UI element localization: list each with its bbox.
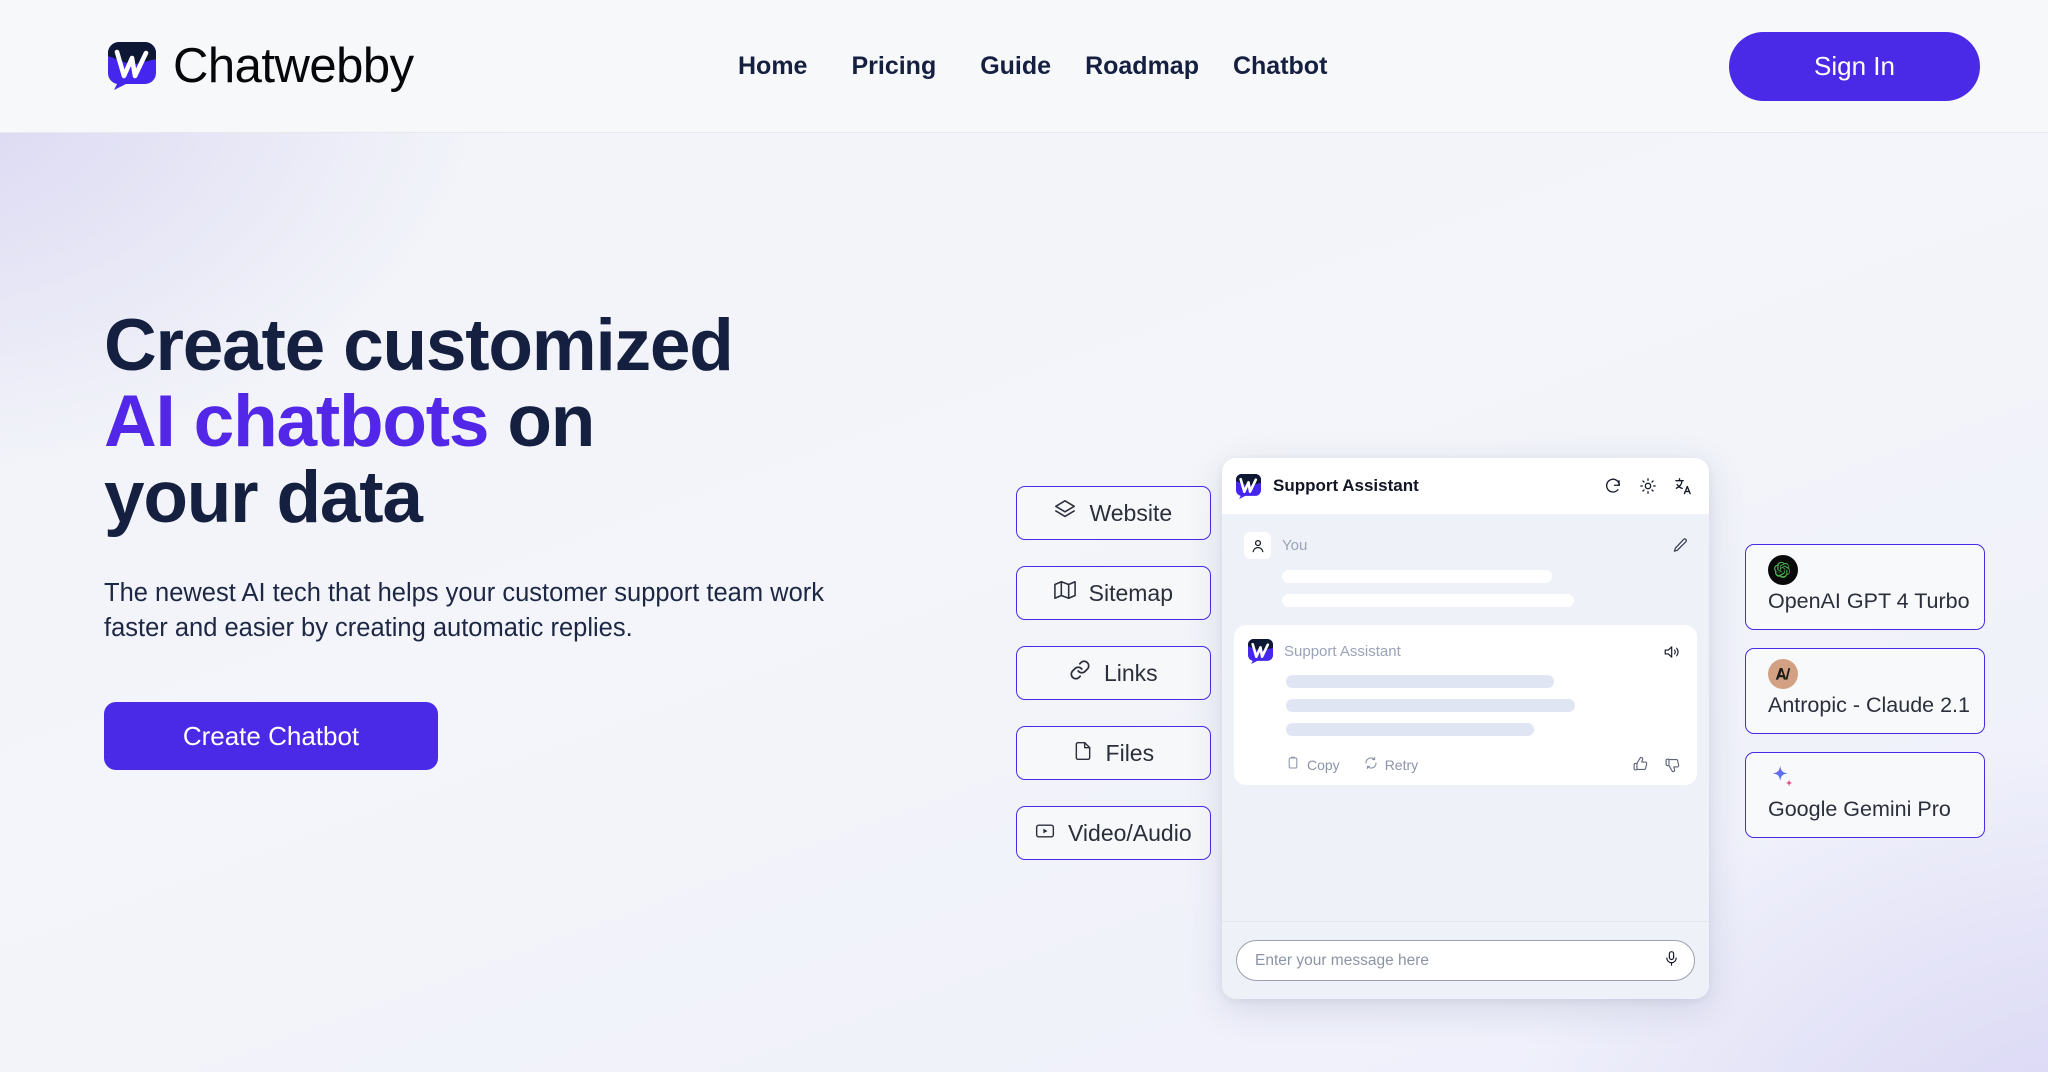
page-title: Create customized AI chatbots on your da… (104, 308, 904, 536)
retry-button[interactable]: Retry (1364, 756, 1418, 773)
model-card-anthropic[interactable]: Antropic - Claude 2.1 (1745, 648, 1985, 734)
speaker-icon[interactable] (1663, 643, 1681, 661)
thumbs-down-icon[interactable] (1664, 756, 1681, 773)
clipboard-icon (1286, 756, 1300, 773)
site-header: Chatwebby Home Pricing Guide Roadmap Cha… (0, 0, 2048, 133)
link-icon (1069, 659, 1091, 687)
chatwebby-logo-icon (1236, 473, 1261, 499)
copy-button[interactable]: Copy (1286, 756, 1340, 773)
model-card-openai[interactable]: OpenAI GPT 4 Turbo (1745, 544, 1985, 630)
chatwebby-logo-icon (108, 42, 156, 90)
hero-copy: Create customized AI chatbots on your da… (104, 308, 904, 771)
sign-in-button[interactable]: Sign In (1729, 31, 1980, 101)
headline-line-1: Create customized (104, 305, 734, 386)
chat-widget-header-actions (1604, 477, 1693, 496)
model-card-gemini[interactable]: Google Gemini Pro (1745, 752, 1985, 838)
source-button-sitemap[interactable]: Sitemap (1016, 566, 1211, 620)
chatwebby-logo-icon (1248, 639, 1273, 664)
message-actions: Copy Retry (1248, 756, 1681, 773)
main-nav: Home Pricing Guide Roadmap Chatbot (738, 46, 1327, 87)
anthropic-icon (1768, 659, 1798, 689)
model-label: Antropic - Claude 2.1 (1768, 693, 1970, 717)
sun-icon[interactable] (1639, 477, 1657, 495)
hero-section: Create customized AI chatbots on your da… (0, 133, 2048, 1072)
thumbs-up-icon[interactable] (1632, 756, 1649, 773)
source-button-label: Video/Audio (1068, 819, 1192, 846)
source-button-label: Website (1089, 499, 1173, 526)
copy-label: Copy (1307, 756, 1340, 773)
chat-composer[interactable] (1236, 940, 1695, 981)
source-button-label: Links (1103, 659, 1158, 686)
source-button-video-audio[interactable]: Video/Audio (1016, 806, 1211, 860)
refresh-icon[interactable] (1604, 477, 1622, 495)
chat-widget-header: Support Assistant (1222, 458, 1709, 514)
skeleton-line (1282, 594, 1574, 607)
model-label: Google Gemini Pro (1768, 797, 1951, 821)
message-header: You (1244, 532, 1689, 559)
hero-subtitle: The newest AI tech that helps your custo… (104, 578, 825, 642)
source-button-links[interactable]: Links (1016, 646, 1211, 700)
nav-item-home[interactable]: Home (738, 46, 807, 87)
model-label: OpenAI GPT 4 Turbo (1768, 589, 1970, 613)
translate-icon[interactable] (1674, 477, 1693, 496)
skeleton-line (1286, 699, 1575, 712)
map-icon (1053, 579, 1076, 607)
gemini-sparkle-icon (1768, 763, 1798, 793)
message-sender: You (1282, 537, 1308, 554)
message-sender: Support Assistant (1284, 643, 1401, 660)
pencil-icon[interactable] (1672, 537, 1689, 554)
source-button-files[interactable]: Files (1016, 726, 1211, 780)
message-skeleton (1248, 675, 1681, 736)
layers-icon (1054, 499, 1076, 527)
model-list: OpenAI GPT 4 Turbo Antropic - Claude 2.1 (1745, 544, 1985, 838)
user-icon (1244, 532, 1271, 559)
openai-icon (1768, 555, 1798, 585)
message-header: Support Assistant (1248, 639, 1681, 664)
brand-logo[interactable]: Chatwebby (108, 38, 414, 93)
headline-line-3: your data (104, 456, 423, 538)
refresh-icon (1364, 756, 1378, 773)
retry-label: Retry (1384, 756, 1419, 773)
chat-message-assistant: Support Assistant Copy Retry (1234, 625, 1697, 785)
chat-composer-bar (1222, 921, 1709, 999)
source-button-website[interactable]: Website (1016, 486, 1211, 540)
rating-controls (1632, 756, 1681, 773)
source-button-label: Sitemap (1088, 579, 1173, 606)
video-play-icon (1035, 820, 1055, 847)
skeleton-line (1286, 675, 1554, 688)
file-icon (1073, 740, 1093, 767)
microphone-icon[interactable] (1663, 950, 1680, 972)
nav-item-pricing[interactable]: Pricing (851, 46, 936, 87)
nav-item-chatbot[interactable]: Chatbot (1233, 46, 1327, 87)
skeleton-line (1286, 723, 1534, 736)
message-input[interactable] (1255, 951, 1653, 970)
chat-message-list: You Support Assistant Copy Retry (1222, 514, 1709, 921)
create-chatbot-button[interactable]: Create Chatbot (104, 702, 438, 771)
headline-accent: AI chatbots (104, 380, 489, 462)
nav-item-guide[interactable]: Guide (980, 46, 1051, 87)
chat-message-user: You (1222, 528, 1709, 625)
skeleton-line (1282, 570, 1552, 583)
headline-line-2-tail: on (488, 380, 595, 462)
source-type-list: Website Sitemap Links Files Video/Audio (1016, 486, 1211, 860)
brand-name: Chatwebby (173, 38, 414, 93)
chat-widget: Support Assistant You Support Assistant … (1222, 458, 1709, 999)
nav-item-roadmap[interactable]: Roadmap (1085, 46, 1199, 87)
source-button-label: Files (1105, 739, 1155, 766)
message-skeleton (1244, 570, 1689, 607)
chat-widget-title: Support Assistant (1273, 476, 1419, 495)
